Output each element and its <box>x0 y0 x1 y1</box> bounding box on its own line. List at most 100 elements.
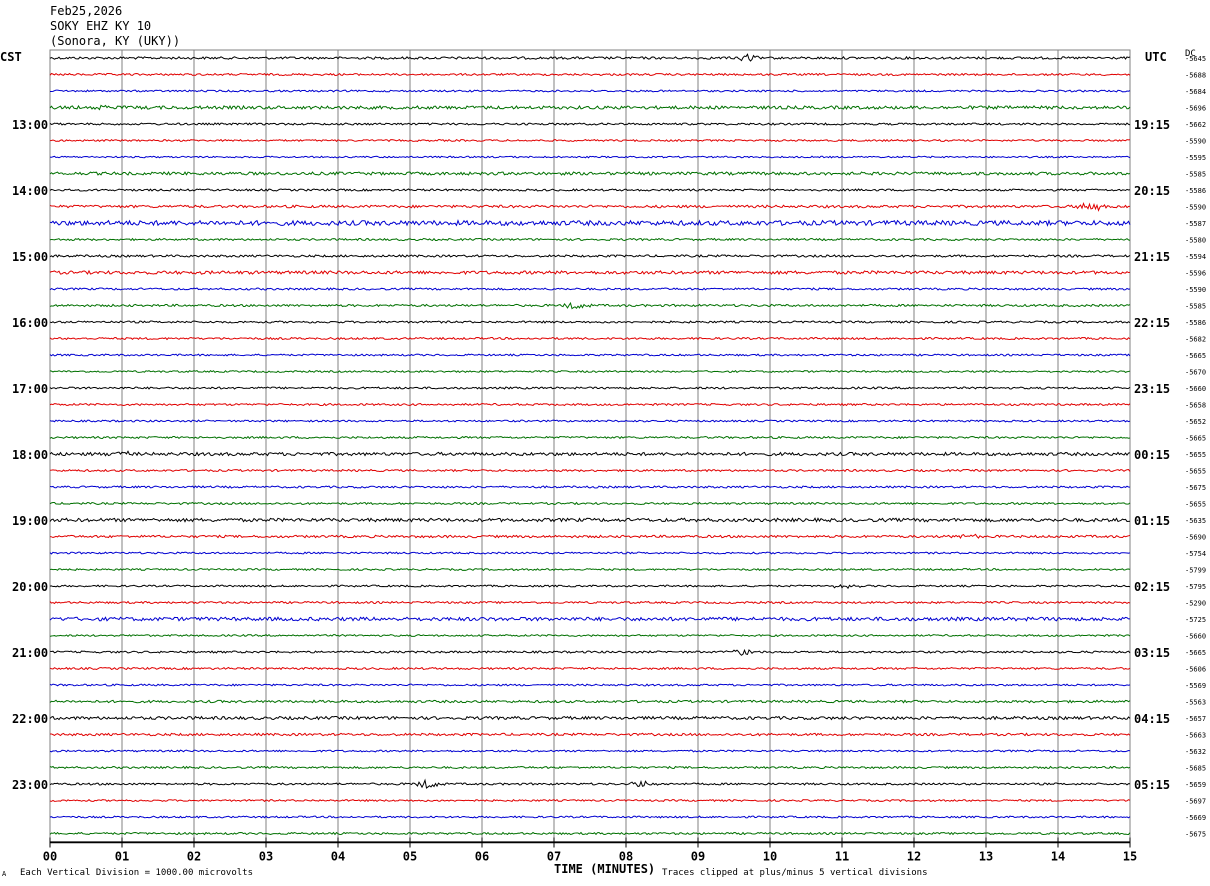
seismic-trace <box>49 765 1131 770</box>
clip-note: Traces clipped at plus/minus 5 vertical … <box>662 868 928 878</box>
dc-offset-label: -5662 <box>1185 121 1206 129</box>
dc-offset-label: -5594 <box>1185 253 1206 261</box>
right-hour-label: 00:15 <box>1134 448 1170 462</box>
seismic-trace <box>49 831 1131 836</box>
seismic-trace <box>49 353 1131 357</box>
dc-offset-label: -5659 <box>1185 781 1206 789</box>
dc-offset-label: -5596 <box>1185 270 1206 278</box>
dc-offset-label: -5290 <box>1185 600 1206 608</box>
x-tick-label: 04 <box>331 850 345 864</box>
seismic-trace <box>49 170 1131 176</box>
dc-offset-label: -5658 <box>1185 402 1206 410</box>
seismic-trace <box>50 89 1131 93</box>
x-tick-label: 05 <box>403 850 417 864</box>
right-hour-label: 02:15 <box>1134 580 1170 594</box>
seismic-trace <box>49 287 1131 291</box>
left-hour-label: 20:00 <box>12 580 48 594</box>
seismic-trace <box>49 584 1131 590</box>
dc-offset-label: -5665 <box>1185 435 1206 443</box>
x-tick-label: 15 <box>1123 850 1137 864</box>
corner-mark: A <box>2 870 7 878</box>
dc-offset-label: -5655 <box>1185 451 1206 459</box>
dc-offset-label: -5590 <box>1185 286 1206 294</box>
dc-offset-label: -5665 <box>1185 352 1206 360</box>
dc-offset-header: DC <box>1185 49 1196 59</box>
seismic-trace <box>49 633 1131 638</box>
seismic-trace <box>49 320 1131 324</box>
x-tick-label: 01 <box>115 850 129 864</box>
seismic-trace <box>49 104 1131 111</box>
dc-offset-label: -5595 <box>1185 154 1206 162</box>
seismic-trace <box>49 749 1131 753</box>
x-tick-label: 12 <box>907 850 921 864</box>
right-hour-label: 04:15 <box>1134 712 1170 726</box>
dc-offset-label: -5590 <box>1185 138 1206 146</box>
seismic-trace <box>49 683 1131 687</box>
plot-frame <box>49 49 1131 842</box>
seismic-trace <box>49 202 1131 212</box>
left-hour-label: 21:00 <box>12 646 48 660</box>
dc-offset-label: -5697 <box>1185 798 1206 806</box>
seismic-trace <box>49 435 1131 440</box>
dc-offset-label: -5563 <box>1185 699 1206 707</box>
x-tick-label: 02 <box>187 850 201 864</box>
x-tick-label: 09 <box>691 850 705 864</box>
dc-offset-label: -5569 <box>1185 682 1206 690</box>
right-hour-label: 21:15 <box>1134 250 1170 264</box>
dc-offset-label: -5660 <box>1185 633 1206 641</box>
helicorder-plot: 00 01 02 03 04 05 06 07 08 09 10 11 12 13 14 15-5645-56… <box>12 49 1206 864</box>
seismic-trace <box>49 501 1131 506</box>
dc-offset-label: -5685 <box>1185 765 1206 773</box>
dc-offset-label: -5585 <box>1185 303 1206 311</box>
seismic-trace <box>49 336 1131 341</box>
dc-offset-label: -5652 <box>1185 418 1206 426</box>
dc-offset-label: -5682 <box>1185 336 1206 344</box>
dc-offset-label: -5690 <box>1185 534 1206 542</box>
seismic-trace <box>49 715 1131 721</box>
x-tick-label: 00 <box>43 850 57 864</box>
right-timezone-label: UTC <box>1145 50 1167 64</box>
dc-offset-label: -5657 <box>1185 715 1206 723</box>
x-tick-label: 11 <box>835 850 849 864</box>
seismic-trace <box>49 122 1131 126</box>
dc-offset-label: -5665 <box>1185 649 1206 657</box>
record-date: Feb25,2026 <box>50 4 123 18</box>
seismic-trace <box>49 666 1131 671</box>
dc-offset-label: -5725 <box>1185 616 1206 624</box>
seismic-trace <box>49 815 1131 819</box>
dc-offset-label: -5587 <box>1185 220 1206 228</box>
dc-offset-label: -5663 <box>1185 732 1206 740</box>
seismic-trace <box>49 648 1131 656</box>
x-tick-label: 03 <box>259 850 273 864</box>
dc-offset-label: -5586 <box>1185 187 1206 195</box>
seismic-trace <box>49 551 1131 555</box>
seismic-trace <box>49 419 1131 423</box>
dc-offset-label: -5580 <box>1185 237 1206 245</box>
left-hour-label: 17:00 <box>12 382 48 396</box>
left-hour-label: 23:00 <box>12 778 48 792</box>
x-tick-label: 10 <box>763 850 777 864</box>
seismic-trace <box>49 600 1131 605</box>
dc-offset-label: -5688 <box>1185 72 1206 80</box>
seismic-trace <box>49 567 1131 572</box>
seismic-trace <box>49 402 1131 407</box>
right-hour-label: 20:15 <box>1134 184 1170 198</box>
station-code: SOKY EHZ KY 10 <box>50 19 152 33</box>
scale-note: Each Vertical Division = 1000.00 microvo… <box>20 868 253 878</box>
station-location: (Sonora, KY (UKY)) <box>50 34 181 48</box>
left-hour-label: 16:00 <box>12 316 48 330</box>
dc-offset-label: -5696 <box>1185 105 1206 113</box>
dc-offset-label: -5684 <box>1185 88 1206 96</box>
seismic-trace <box>49 155 1131 159</box>
right-hour-label: 01:15 <box>1134 514 1170 528</box>
dc-offset-label: -5675 <box>1185 484 1206 492</box>
x-axis-title: TIME (MINUTES) <box>554 862 656 876</box>
right-hour-label: 03:15 <box>1134 646 1170 660</box>
dc-offset-label: -5632 <box>1185 748 1206 756</box>
seismic-trace <box>49 72 1131 77</box>
seismic-trace <box>49 468 1131 473</box>
dc-offset-label: -5655 <box>1185 468 1206 476</box>
left-timezone-label: CST <box>0 50 22 64</box>
seismic-trace <box>49 533 1131 540</box>
dc-offset-label: -5585 <box>1185 171 1206 179</box>
